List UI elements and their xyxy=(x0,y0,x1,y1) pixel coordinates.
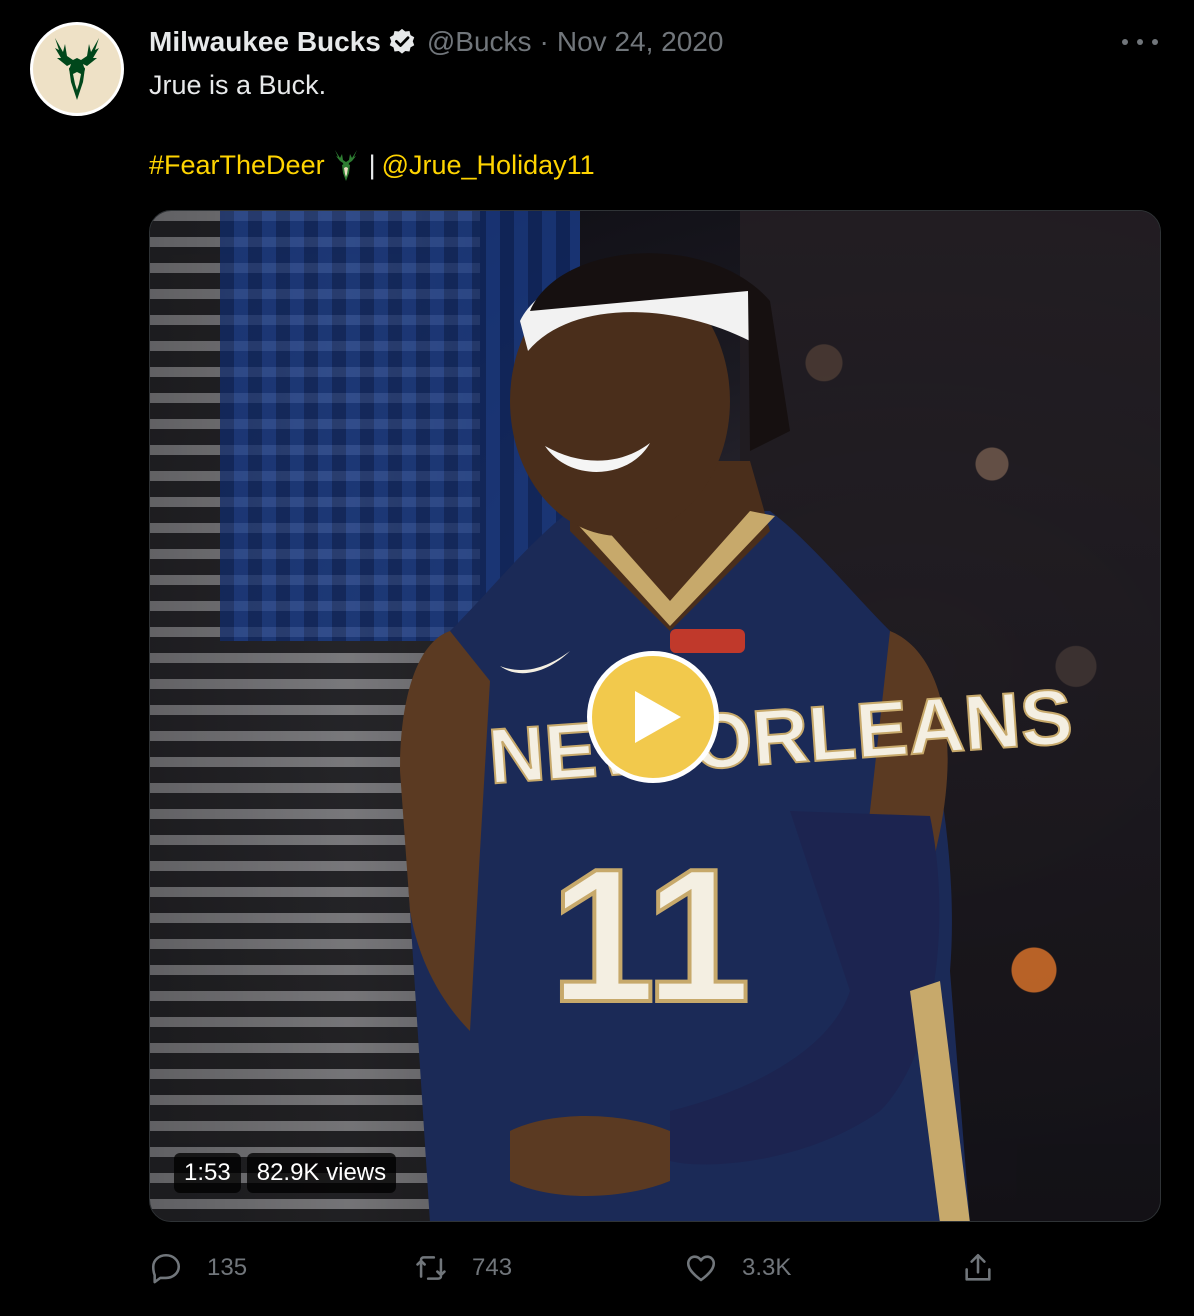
share-button[interactable] xyxy=(961,1248,995,1288)
author-handle[interactable]: @Bucks xyxy=(427,26,532,58)
more-options-button[interactable] xyxy=(1122,28,1158,56)
more-dots-icon xyxy=(1122,39,1128,45)
tweet-tags: #FearTheDeer | @Jrue_Holiday11 xyxy=(149,148,595,182)
video-info-badges: 1:53 82.9K views xyxy=(174,1153,397,1193)
bucks-deer-logo-icon xyxy=(55,38,99,100)
reply-count: 135 xyxy=(207,1254,248,1281)
reply-icon xyxy=(151,1253,181,1284)
video-player[interactable]: NEW ORLEANS 11 1:53 82.9K views xyxy=(149,210,1161,1222)
svg-text:11: 11 xyxy=(550,830,751,1042)
tag-divider: | xyxy=(368,149,376,180)
retweet-icon xyxy=(416,1256,446,1280)
meta-separator: · xyxy=(539,26,549,57)
more-dots-icon xyxy=(1152,39,1158,45)
avatar[interactable] xyxy=(30,22,124,116)
retweet-count: 743 xyxy=(472,1254,513,1281)
hashtag-link[interactable]: #FearTheDeer xyxy=(149,150,325,181)
play-icon xyxy=(635,691,681,743)
heart-icon xyxy=(686,1255,716,1282)
video-duration-badge: 1:53 xyxy=(174,1153,241,1193)
more-dots-icon xyxy=(1137,39,1143,45)
mention-link[interactable]: @Jrue_Holiday11 xyxy=(382,150,595,181)
tweet-actions: 135 743 3.3K xyxy=(149,1248,1009,1288)
video-views-badge: 82.9K views xyxy=(246,1153,397,1193)
verified-badge-icon xyxy=(389,28,415,54)
like-count: 3.3K xyxy=(742,1254,792,1281)
play-button[interactable] xyxy=(587,651,719,783)
tweet-text: Jrue is a Buck. xyxy=(149,70,327,100)
deer-emoji-icon xyxy=(334,150,357,181)
tweet-date[interactable]: Nov 24, 2020 xyxy=(557,26,724,58)
reply-button[interactable]: 135 xyxy=(149,1248,247,1288)
tweet: Milwaukee Bucks @Bucks · Nov 24, 2020 Jr… xyxy=(0,0,1194,1316)
tweet-header: Milwaukee Bucks @Bucks · Nov 24, 2020 xyxy=(149,24,723,60)
like-button[interactable]: 3.3K xyxy=(684,1248,791,1288)
retweet-button[interactable]: 743 xyxy=(414,1248,512,1288)
share-icon xyxy=(965,1253,991,1281)
author-name[interactable]: Milwaukee Bucks xyxy=(149,26,381,58)
